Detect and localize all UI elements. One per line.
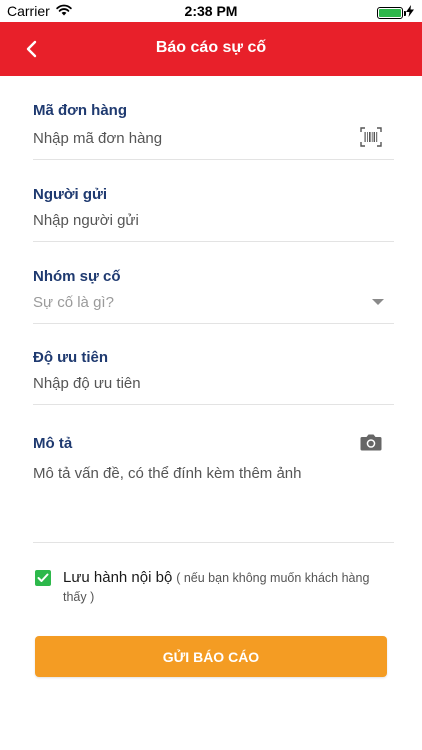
charging-icon xyxy=(406,4,414,22)
internal-checkbox[interactable] xyxy=(35,570,51,586)
order-code-input[interactable] xyxy=(33,127,353,149)
barcode-scan-button[interactable] xyxy=(360,127,382,147)
status-time: 2:38 PM xyxy=(184,3,238,19)
header-bar: Báo cáo sự cố xyxy=(0,22,422,76)
order-code-label: Mã đơn hàng xyxy=(33,102,127,119)
sender-input[interactable] xyxy=(33,209,353,231)
status-bar: Carrier 2:38 PM xyxy=(0,0,422,22)
page-title: Báo cáo sự cố xyxy=(155,39,267,56)
battery-cap xyxy=(404,11,406,16)
incident-group-select[interactable] xyxy=(33,291,353,313)
sender-label: Người gửi xyxy=(33,186,108,203)
priority-input[interactable] xyxy=(33,372,353,394)
description-field: Mô tả xyxy=(33,434,394,543)
description-input[interactable] xyxy=(33,464,363,524)
attach-photo-button[interactable] xyxy=(360,433,382,451)
battery-level xyxy=(379,9,401,17)
priority-label: Độ ưu tiên xyxy=(33,349,109,366)
description-label: Mô tả xyxy=(33,435,73,452)
chevron-down-icon[interactable] xyxy=(372,299,384,305)
barcode-icon xyxy=(360,127,382,147)
battery-icon xyxy=(377,7,406,19)
checkmark-icon xyxy=(37,573,49,582)
internal-option-row: Lưu hành nội bộ ( nếu bạn không muốn khá… xyxy=(35,568,395,606)
incident-group-field: Nhóm sự cố xyxy=(33,268,394,324)
incident-group-label: Nhóm sự cố xyxy=(33,268,121,285)
sender-field: Người gửi xyxy=(33,186,394,242)
submit-report-button[interactable]: GỬI BÁO CÁO xyxy=(35,636,387,677)
internal-option-text: Lưu hành nội bộ ( nếu bạn không muốn khá… xyxy=(63,568,395,606)
camera-icon xyxy=(360,434,382,451)
status-right xyxy=(377,4,414,22)
order-code-field: Mã đơn hàng xyxy=(33,100,394,160)
internal-option-label: Lưu hành nội bộ xyxy=(63,569,173,586)
priority-field: Độ ưu tiên xyxy=(33,349,394,405)
